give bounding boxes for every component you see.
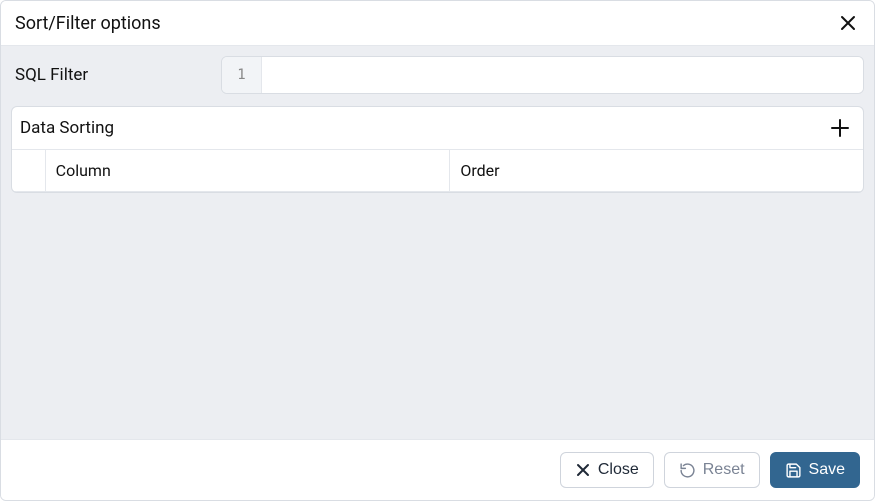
sql-filter-gutter: 1 xyxy=(222,57,262,93)
save-button-label: Save xyxy=(809,461,845,479)
sorting-table-header-column: Column xyxy=(46,150,451,192)
sorting-table-header-order: Order xyxy=(450,150,855,192)
save-button[interactable]: Save xyxy=(770,452,860,488)
add-sort-row-button[interactable] xyxy=(827,115,853,141)
sql-filter-editor: 1 xyxy=(221,56,864,94)
reset-button[interactable]: Reset xyxy=(664,452,760,488)
sorting-table-header-tail xyxy=(855,150,863,192)
close-icon xyxy=(839,14,857,32)
sql-filter-input[interactable] xyxy=(262,57,863,93)
dialog-footer: Close Reset Save xyxy=(1,439,874,500)
dialog-title: Sort/Filter options xyxy=(15,13,161,34)
data-sorting-panel: Data Sorting Column Order xyxy=(11,106,864,193)
data-sorting-header: Data Sorting xyxy=(12,107,863,150)
dialog-close-button[interactable] xyxy=(836,11,860,35)
dialog-header: Sort/Filter options xyxy=(1,1,874,45)
close-button-label: Close xyxy=(598,461,639,479)
sql-filter-label: SQL Filter xyxy=(11,65,221,85)
close-icon xyxy=(575,462,591,478)
close-button[interactable]: Close xyxy=(560,452,654,488)
sorting-table-handle-header xyxy=(12,150,46,192)
sort-filter-dialog: Sort/Filter options SQL Filter 1 Data So… xyxy=(0,0,875,501)
reset-icon xyxy=(679,462,696,479)
plus-icon xyxy=(830,118,850,138)
save-icon xyxy=(785,462,802,479)
data-sorting-title: Data Sorting xyxy=(20,118,114,138)
dialog-body: SQL Filter 1 Data Sorting Column Order xyxy=(1,45,874,439)
sorting-table-header-row: Column Order xyxy=(12,150,863,192)
sql-filter-row: SQL Filter 1 xyxy=(11,56,864,94)
reset-button-label: Reset xyxy=(703,461,745,479)
